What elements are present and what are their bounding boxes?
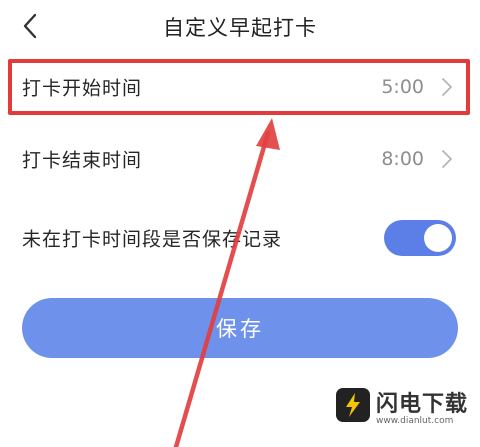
watermark: 闪电下载 www.dianlut.com — [336, 384, 476, 436]
page-title: 自定义早起打卡 — [163, 16, 317, 40]
save-record-label: 未在打卡时间段是否保存记录 — [22, 228, 283, 251]
watermark-brand: 闪电下载 — [376, 392, 469, 417]
start-time-label: 打卡开始时间 — [22, 77, 143, 100]
end-time-value: 8:00 — [381, 148, 424, 170]
save-record-row: 未在打卡时间段是否保存记录 — [0, 210, 480, 266]
screen: 自定义早起打卡 打卡开始时间 5:00 打卡结束时间 8:00 未在打卡时间段是… — [0, 0, 480, 447]
save-button[interactable]: 保存 — [22, 298, 458, 358]
chevron-right-icon — [442, 150, 452, 168]
end-time-label: 打卡结束时间 — [22, 149, 143, 172]
start-time-value: 5:00 — [381, 76, 424, 98]
lightning-logo-icon — [336, 388, 370, 422]
top-bar: 自定义早起打卡 — [0, 0, 480, 56]
end-time-row[interactable]: 打卡结束时间 8:00 — [0, 131, 480, 187]
watermark-url: www.dianlut.com — [376, 416, 454, 426]
chevron-right-icon — [442, 78, 452, 96]
save-record-toggle[interactable] — [384, 220, 456, 256]
toggle-knob — [424, 224, 452, 252]
start-time-row[interactable]: 打卡开始时间 5:00 — [0, 59, 480, 115]
